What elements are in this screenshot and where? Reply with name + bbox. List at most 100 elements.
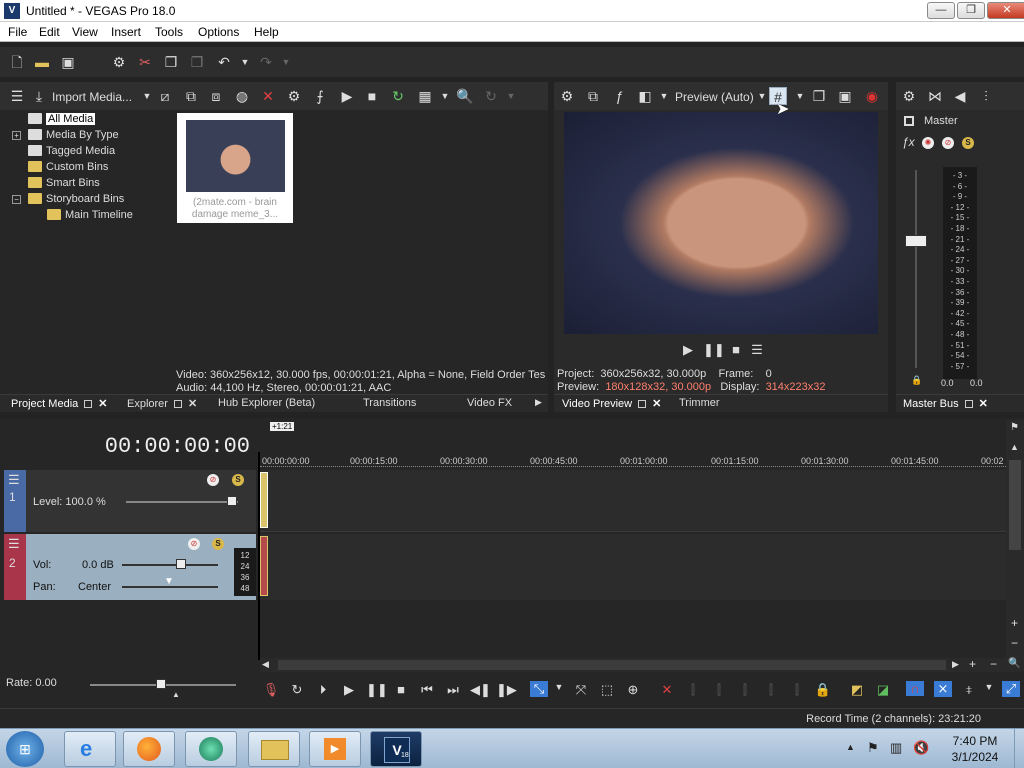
close-tab-icon[interactable]: ✕: [979, 398, 988, 410]
preview-pause-icon[interactable]: ❚❚: [703, 342, 725, 358]
undo-icon[interactable]: ↶: [215, 53, 233, 71]
show-desktop-button[interactable]: [1014, 729, 1024, 768]
tree-item-main-timeline[interactable]: Main Timeline: [47, 209, 133, 221]
preview-menu-icon[interactable]: ☰: [748, 342, 766, 358]
more-tabs-icon[interactable]: ▶: [535, 397, 542, 408]
tab-master-bus[interactable]: Master Bus ✕: [903, 397, 988, 410]
go-to-start-icon[interactable]: ⏮: [418, 682, 436, 698]
insert-marker-icon[interactable]: ◩: [848, 682, 866, 698]
audio-track-lane[interactable]: [260, 534, 1006, 600]
tab-video-fx[interactable]: Video FX: [467, 397, 512, 409]
downmix-icon[interactable]: ⋈: [926, 87, 944, 105]
stop-media-icon[interactable]: ■: [363, 87, 381, 105]
play-media-icon[interactable]: ▶: [338, 87, 356, 105]
menu-file[interactable]: File: [8, 25, 27, 39]
taskbar-firefox[interactable]: [123, 731, 175, 767]
audio-event-clip[interactable]: [260, 536, 268, 596]
master-checkbox-icon[interactable]: [904, 116, 914, 126]
open-folder-icon[interactable]: ▬: [33, 53, 51, 71]
refresh-dropdown-icon[interactable]: ▼: [502, 87, 520, 105]
collapse-storyboard-bins-icon[interactable]: −: [12, 195, 21, 204]
audio-track-solo-icon[interactable]: S: [212, 538, 224, 550]
capture-icon[interactable]: ⧄: [156, 87, 174, 105]
dim-output-icon[interactable]: ◀: [951, 87, 969, 105]
tab-trimmer[interactable]: Trimmer: [679, 397, 720, 409]
normal-edit-tool-icon[interactable]: ⤡: [530, 681, 548, 697]
network-icon[interactable]: ▥: [890, 740, 902, 756]
redo-icon[interactable]: ↷: [257, 53, 275, 71]
master-automation-icon[interactable]: ✺: [922, 137, 934, 149]
unlock-icon[interactable]: ⫿: [788, 682, 806, 698]
master-solo-icon[interactable]: S: [962, 137, 974, 149]
tab-project-media[interactable]: Project Media ✕: [11, 397, 107, 410]
snapping-icon[interactable]: ∩: [906, 681, 924, 696]
copy-snapshot-icon[interactable]: ❐: [810, 87, 828, 105]
undock-icon[interactable]: [964, 400, 973, 408]
preview-quality-select[interactable]: Preview (Auto): [675, 90, 754, 104]
track-menu-icon[interactable]: ☰: [8, 472, 20, 488]
zoom-out-vertical-icon[interactable]: −: [1011, 636, 1018, 650]
settings-gear-icon[interactable]: ⚙: [110, 53, 128, 71]
insert-region-icon[interactable]: ◪: [874, 682, 892, 698]
auto-crossfade-icon[interactable]: ⨯: [934, 681, 952, 697]
save-snapshot-icon[interactable]: ▣: [836, 87, 854, 105]
delete-icon[interactable]: ✕: [259, 87, 277, 105]
vol-slider-knob[interactable]: [176, 559, 186, 569]
tab-hub-explorer[interactable]: Hub Explorer (Beta): [218, 397, 315, 409]
scroll-right-icon[interactable]: ▶: [952, 659, 959, 670]
split-screen-icon[interactable]: ◧: [636, 87, 654, 105]
loop-playback-icon[interactable]: ↻: [288, 682, 306, 698]
envelope-tool-icon[interactable]: ⤧: [572, 682, 590, 698]
import-dropdown-icon[interactable]: ▼: [138, 87, 156, 105]
video-track-solo-icon[interactable]: S: [232, 474, 244, 486]
tree-item-media-by-type[interactable]: Media By Type: [28, 129, 119, 141]
clock[interactable]: 7:40 PM 3/1/2024: [940, 733, 1010, 765]
play-icon[interactable]: ▶: [340, 682, 358, 698]
preview-stop-icon[interactable]: ■: [727, 342, 745, 357]
media-fx-icon[interactable]: ⨍: [311, 87, 329, 105]
zoom-tool-icon[interactable]: 🔍: [1008, 658, 1020, 669]
scroll-left-icon[interactable]: ◀: [262, 659, 269, 670]
copy-icon[interactable]: ❐: [162, 53, 180, 71]
audio-track-strip[interactable]: ☰ 2: [4, 534, 26, 600]
tree-item-smart-bins[interactable]: Smart Bins: [28, 177, 100, 189]
tab-explorer[interactable]: Explorer ✕: [127, 397, 197, 410]
vertical-scroll-thumb[interactable]: [1009, 460, 1021, 550]
pan-slider-knob[interactable]: ▼: [164, 576, 174, 587]
preview-settings-gear-icon[interactable]: ⚙: [558, 87, 576, 105]
tree-item-tagged-media[interactable]: Tagged Media: [28, 145, 115, 157]
zoom-in-horizontal-icon[interactable]: +: [969, 657, 976, 671]
master-lock-icon[interactable]: 🔒: [911, 375, 922, 386]
save-icon[interactable]: ▣: [59, 53, 77, 71]
action-center-flag-icon[interactable]: ⚑: [867, 740, 879, 756]
rate-slider-knob[interactable]: [156, 679, 166, 689]
menu-insert[interactable]: Insert: [111, 25, 141, 39]
views-icon[interactable]: ▦: [416, 87, 434, 105]
maximize-button[interactable]: ❐: [957, 2, 985, 19]
marker-flag-icon[interactable]: ⚑: [1010, 422, 1019, 433]
menu-options[interactable]: Options: [198, 25, 239, 39]
zoom-in-vertical-icon[interactable]: +: [1011, 616, 1018, 630]
video-level-slider-knob[interactable]: [227, 496, 237, 506]
start-button[interactable]: ⊞: [6, 731, 44, 767]
show-hidden-icons-icon[interactable]: ▲: [846, 742, 855, 752]
taskbar-explorer[interactable]: [248, 731, 300, 767]
delete-tool-icon[interactable]: ✕: [658, 682, 676, 698]
tab-video-preview[interactable]: Video Preview ✕: [562, 397, 661, 410]
search-icon[interactable]: 🔍: [456, 87, 474, 105]
undock-icon[interactable]: [173, 400, 182, 408]
audio-track-mute-icon[interactable]: ⊘: [188, 538, 200, 550]
trim-end-icon[interactable]: ⫿: [736, 682, 754, 698]
close-button[interactable]: ✕: [987, 2, 1024, 19]
video-event-clip[interactable]: [260, 472, 268, 528]
trim-start-icon[interactable]: ⫿: [710, 682, 728, 698]
split-icon[interactable]: ⫿: [762, 682, 780, 698]
split-dropdown-icon[interactable]: ▼: [655, 87, 673, 105]
cut-icon[interactable]: ✂: [136, 53, 154, 71]
horizontal-scrollbar[interactable]: ◀ ▶ + − 🔍: [260, 657, 1024, 672]
taskbar-app[interactable]: [185, 731, 237, 767]
scroll-up-icon[interactable]: ▲: [1010, 442, 1019, 452]
minimize-button[interactable]: —: [927, 2, 955, 19]
zoom-out-horizontal-icon[interactable]: −: [990, 657, 997, 671]
stop-icon[interactable]: ■: [392, 682, 410, 697]
